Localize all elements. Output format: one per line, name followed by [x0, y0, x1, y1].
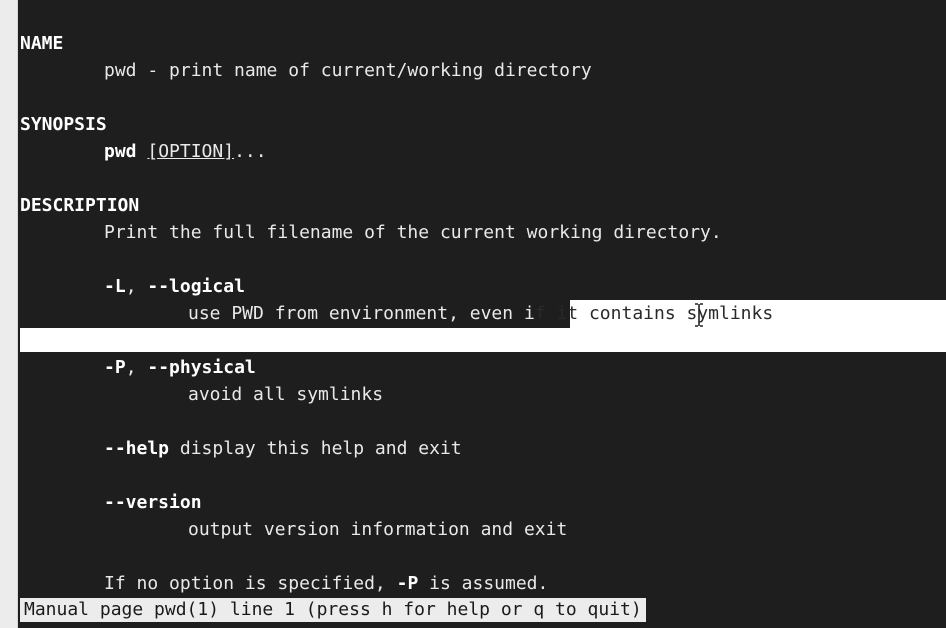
option-logical-desc-unselected: use PWD from environment, even i	[188, 303, 535, 324]
option-logical-long: --logical	[147, 276, 245, 297]
terminal-window: NAME pwd - print name of current/working…	[0, 0, 946, 628]
synopsis-ellipsis: ...	[234, 141, 267, 162]
default-option-note: If no option is specified, -P is assumed…	[104, 573, 548, 595]
section-heading-description: DESCRIPTION	[20, 195, 140, 216]
section-heading-name: NAME	[20, 33, 64, 54]
name-description: pwd - print name of current/working dire…	[104, 60, 592, 81]
option-logical-description: use PWD from environment, even if it con…	[188, 303, 773, 325]
option-separator: ,	[125, 276, 148, 297]
option-help-flag: --help	[104, 438, 170, 459]
synopsis-command: pwd	[104, 141, 137, 162]
option-physical-short: -P	[104, 357, 126, 378]
default-note-flag: -P	[396, 573, 419, 594]
option-logical-desc-selected: f it contains symlinks	[534, 303, 774, 324]
option-help-description: display this help and exit	[169, 438, 462, 459]
option-logical: -L, --logical	[104, 276, 245, 298]
option-version-flag: --version	[104, 492, 202, 513]
default-note-text-b: is assumed.	[418, 573, 549, 594]
option-help: --help display this help and exit	[104, 438, 462, 460]
option-physical-description: avoid all symlinks	[188, 384, 384, 405]
option-physical: -P, --physical	[104, 357, 256, 379]
option-version-description: output version information and exit	[188, 519, 568, 540]
window-edge	[0, 0, 18, 628]
text-selection-line	[20, 328, 946, 352]
description-text: Print the full filename of the current w…	[104, 222, 722, 243]
synopsis-option: [OPTION]	[147, 141, 235, 162]
option-physical-long: --physical	[147, 357, 256, 378]
option-logical-short: -L	[104, 276, 126, 297]
option-separator: ,	[125, 357, 148, 378]
pager-status-bar: Manual page pwd(1) line 1 (press h for h…	[20, 598, 646, 622]
section-heading-synopsis: SYNOPSIS	[20, 114, 107, 135]
synopsis-line: pwd [OPTION]...	[104, 141, 267, 163]
default-note-text-a: If no option is specified,	[104, 573, 397, 594]
terminal-viewport[interactable]: NAME pwd - print name of current/working…	[18, 0, 946, 628]
